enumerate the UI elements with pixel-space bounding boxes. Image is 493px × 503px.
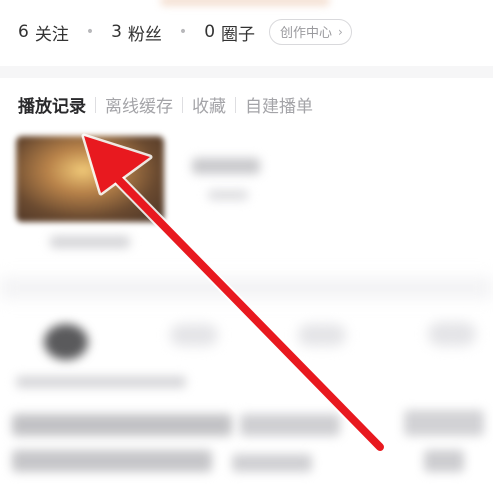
- blurred-line: [424, 450, 464, 472]
- blurred-history-content: [0, 128, 493, 503]
- stat-circles-count: 0: [204, 22, 216, 42]
- stat-following-count: 6: [18, 22, 29, 42]
- blurred-line: [232, 454, 312, 472]
- history-thumbnail[interactable]: [16, 136, 164, 222]
- stat-following[interactable]: 6 关注: [18, 20, 69, 45]
- tab-divider: [235, 96, 236, 113]
- tab-favorites[interactable]: 收藏: [192, 92, 226, 117]
- blurred-line: [12, 450, 212, 472]
- blurred-chip: [428, 322, 476, 346]
- blurred-divider: [0, 278, 493, 298]
- stat-followers-label: 粉丝: [127, 24, 162, 45]
- chevron-right-icon: ›: [338, 24, 343, 39]
- blurred-line: [240, 414, 340, 436]
- blurred-line: [16, 376, 186, 388]
- tab-play-history[interactable]: 播放记录: [18, 92, 86, 117]
- tab-custom-playlists[interactable]: 自建播单: [245, 92, 313, 117]
- creator-center-label: 创作中心: [280, 26, 333, 41]
- blurred-chip: [170, 324, 218, 346]
- stat-circles-label: 圈子: [221, 24, 256, 45]
- tab-divider: [95, 96, 96, 113]
- blurred-line: [12, 414, 232, 436]
- library-tabs: 播放记录 离线缓存 收藏 自建播单: [18, 92, 313, 117]
- stat-following-label: 关注: [34, 24, 69, 45]
- stat-separator: •: [178, 24, 188, 40]
- stat-separator: •: [85, 24, 95, 40]
- tab-divider: [182, 96, 183, 113]
- header-edge-blur: [160, 0, 330, 6]
- stat-followers-count: 3: [111, 22, 122, 42]
- creator-center-button[interactable]: 创作中心 ›: [269, 19, 352, 45]
- blurred-line: [404, 410, 484, 436]
- blurred-caption: [50, 236, 130, 248]
- stat-followers[interactable]: 3 粉丝: [111, 20, 162, 45]
- blurred-icon: [44, 324, 88, 360]
- profile-stats: 6 关注 • 3 粉丝 • 0 圈子 创作中心 ›: [18, 18, 352, 46]
- blurred-title: [192, 158, 260, 174]
- blurred-subtitle: [208, 190, 248, 200]
- stat-circles[interactable]: 0 圈子: [204, 20, 255, 45]
- tab-offline-cache[interactable]: 离线缓存: [105, 92, 173, 117]
- blurred-chip: [298, 324, 346, 346]
